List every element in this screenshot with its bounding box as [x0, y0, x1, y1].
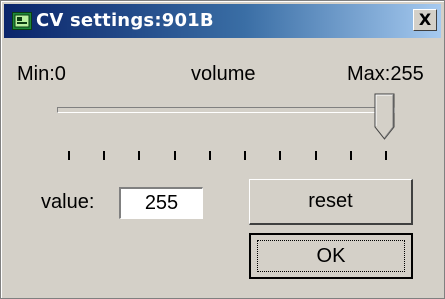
volume-slider-track[interactable] [57, 107, 395, 113]
slider-tick [68, 151, 70, 160]
slider-tick [208, 151, 211, 160]
slider-tick [103, 151, 106, 160]
slider-tick [279, 151, 282, 160]
volume-slider-thumb[interactable] [374, 93, 396, 141]
title-bar[interactable]: CV settings:901B X [4, 4, 441, 38]
slider-name-label: volume [191, 63, 256, 85]
close-icon: X [418, 10, 432, 29]
ok-button-label: OK [257, 240, 405, 272]
value-input[interactable]: 255 [119, 187, 203, 219]
reset-button[interactable]: reset [249, 179, 413, 225]
slider-tick [385, 151, 387, 160]
cv-settings-dialog: CV settings:901B X Min:0 volume Max:255 … [0, 0, 445, 299]
slider-tick [244, 151, 247, 160]
slider-tick [173, 151, 176, 160]
slider-tick [349, 151, 352, 160]
ok-button[interactable]: OK [249, 233, 413, 279]
close-button[interactable]: X [413, 9, 437, 31]
slider-max-label: Max:255 [347, 63, 424, 85]
slider-tick [314, 151, 317, 160]
value-label: value: [41, 191, 95, 213]
window-title: CV settings:901B [36, 10, 214, 31]
app-icon [12, 12, 32, 30]
slider-min-label: Min:0 [17, 63, 66, 85]
slider-tick [138, 151, 141, 160]
